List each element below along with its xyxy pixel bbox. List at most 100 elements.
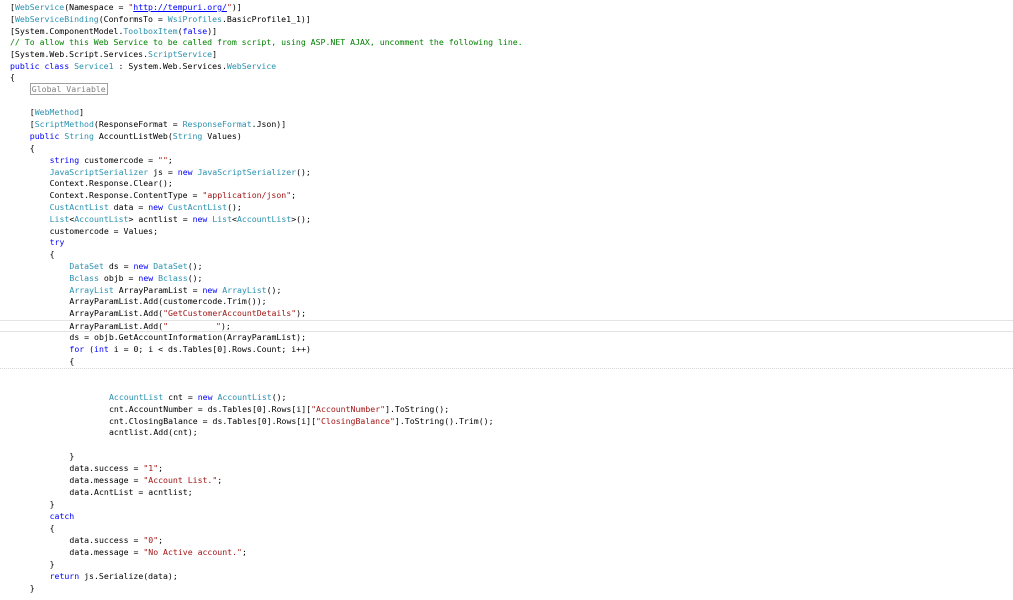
code-line-content: [WebServiceBinding(ConformsTo = WsiProfi… — [10, 14, 311, 24]
code-line[interactable]: data.message = "Account List."; — [0, 475, 1013, 487]
code-token: ; — [217, 475, 223, 485]
code-line[interactable]: } — [0, 499, 1013, 511]
code-token: ToolboxItem — [123, 26, 178, 36]
code-token: customercode = Values; — [49, 226, 159, 236]
code-token: ); — [296, 308, 307, 318]
code-line-content: data.message = "Account List."; — [69, 475, 222, 485]
code-line[interactable]: ArrayParamList.Add(" "); — [0, 320, 1013, 332]
code-line[interactable]: public String AccountListWeb(String Valu… — [0, 131, 1013, 143]
code-line-content: DataSet ds = new DataSet(); — [69, 261, 202, 271]
code-line[interactable]: } — [0, 559, 1013, 571]
code-token: } — [49, 559, 55, 569]
code-line-content: return js.Serialize(data); — [50, 571, 178, 581]
code-token: false — [182, 26, 208, 36]
code-token: customercode = — [79, 155, 159, 165]
code-line[interactable]: for (int i = 0; i < ds.Tables[0].Rows.Co… — [0, 344, 1013, 356]
code-line[interactable]: [System.ComponentModel.ToolboxItem(false… — [0, 26, 1013, 38]
code-line[interactable]: JavaScriptSerializer js = new JavaScript… — [0, 167, 1013, 179]
code-token: ; — [291, 190, 297, 200]
code-line[interactable]: [ScriptMethod(ResponseFormat = ResponseF… — [0, 119, 1013, 131]
code-line[interactable]: return js.Serialize(data); — [0, 571, 1013, 583]
code-line[interactable]: ArrayParamList.Add(customercode.Trim()); — [0, 296, 1013, 308]
code-line-content: } — [69, 451, 74, 461]
code-token: ; — [158, 535, 164, 545]
code-line[interactable]: acntlist.Add(cnt); — [0, 427, 1013, 439]
code-token: JavaScriptSerializer — [197, 167, 297, 177]
code-line-content: Bclass objb = new Bclass(); — [69, 273, 202, 283]
code-line[interactable]: AccountList cnt = new AccountList(); — [0, 392, 1013, 404]
code-line[interactable]: data.success = "1"; — [0, 463, 1013, 475]
code-token: data.message = — [69, 475, 144, 485]
code-token: "ClosingBalance" — [316, 416, 395, 426]
code-line-content: for (int i = 0; i < ds.Tables[0].Rows.Co… — [69, 344, 311, 354]
code-token: List — [49, 214, 70, 224]
code-line[interactable]: Global Variable — [0, 83, 1013, 96]
code-token: "GetCustomerAccountDetails" — [163, 308, 297, 318]
code-token: ScriptMethod — [34, 119, 94, 129]
code-line[interactable]: cnt.ClosingBalance = ds.Tables[0].Rows[i… — [0, 416, 1013, 428]
code-token: "AccountNumber" — [311, 404, 386, 414]
code-token: ds = — [103, 261, 134, 271]
code-line[interactable]: catch — [0, 511, 1013, 523]
code-line[interactable]: Bclass objb = new Bclass(); — [0, 273, 1013, 285]
code-line[interactable]: cnt.AccountNumber = ds.Tables[0].Rows[i]… — [0, 404, 1013, 416]
code-token: > acntlist = — [128, 214, 193, 224]
code-line[interactable]: Context.Response.Clear(); — [0, 178, 1013, 190]
code-token: "" — [158, 155, 168, 165]
code-line[interactable]: DataSet ds = new DataSet(); — [0, 261, 1013, 273]
code-line[interactable]: ArrayParamList.Add("GetCustomerAccountDe… — [0, 308, 1013, 320]
code-line[interactable]: data.message = "No Active account."; — [0, 547, 1013, 559]
code-line[interactable]: CustAcntList data = new CustAcntList(); — [0, 202, 1013, 214]
code-token: )] — [207, 26, 218, 36]
code-line-content: { — [30, 143, 35, 153]
code-line[interactable]: public class Service1 : System.Web.Servi… — [0, 61, 1013, 73]
code-editor[interactable]: [WebService(Namespace = "http://tempuri.… — [0, 0, 1013, 600]
collapsed-region-global-variable[interactable]: Global Variable — [29, 83, 108, 95]
code-line[interactable]: ds = objb.GetAccountInformation(ArrayPar… — [0, 332, 1013, 344]
namespace-link[interactable]: http://tempuri.org/ — [133, 2, 227, 12]
code-token: (ConformsTo = — [98, 14, 168, 24]
code-token: public — [29, 131, 65, 141]
code-line[interactable]: { — [0, 72, 1013, 84]
code-token: } — [29, 583, 35, 593]
code-token: data.AcntList = acntlist; — [69, 487, 193, 497]
code-line[interactable]: { — [0, 523, 1013, 535]
code-token: Values) — [202, 131, 242, 141]
code-line[interactable]: } — [0, 583, 1013, 595]
code-line[interactable]: [WebMethod] — [0, 107, 1013, 119]
code-line[interactable]: [WebServiceBinding(ConformsTo = WsiProfi… — [0, 14, 1013, 26]
code-token: AccountList — [217, 392, 272, 402]
code-token: // To allow this Web Service to be calle… — [10, 37, 523, 47]
code-line-content: ds = objb.GetAccountInformation(ArrayPar… — [69, 332, 306, 342]
code-token: (); — [187, 261, 203, 271]
code-line[interactable]: customercode = Values; — [0, 226, 1013, 238]
code-token: new — [177, 167, 198, 177]
code-token: >(); — [291, 214, 311, 224]
code-line[interactable]: [WebService(Namespace = "http://tempuri.… — [0, 2, 1013, 14]
code-line[interactable]: string customercode = ""; — [0, 155, 1013, 167]
code-token: cnt = — [163, 392, 198, 402]
code-token: " — [163, 321, 168, 331]
code-line[interactable]: [System.Web.Script.Services.ScriptServic… — [0, 49, 1013, 61]
code-token: ResponseFormat — [182, 119, 252, 129]
code-line[interactable]: data.AcntList = acntlist; — [0, 487, 1013, 499]
code-line[interactable]: // To allow this Web Service to be calle… — [0, 37, 1013, 49]
code-token: (); — [296, 167, 311, 177]
code-line-content: public class Service1 : System.Web.Servi… — [10, 61, 276, 71]
code-token: "No Active account." — [143, 547, 242, 557]
code-token: new — [138, 273, 159, 283]
code-line[interactable]: { — [0, 143, 1013, 155]
code-line[interactable]: { — [0, 356, 1013, 369]
code-line[interactable]: data.success = "0"; — [0, 535, 1013, 547]
code-line[interactable]: { — [0, 249, 1013, 261]
code-line[interactable]: try — [0, 237, 1013, 249]
code-line[interactable]: Context.Response.ContentType = "applicat… — [0, 190, 1013, 202]
code-line-content: [System.ComponentModel.ToolboxItem(false… — [10, 26, 217, 36]
code-line[interactable]: List<AccountList> acntlist = new List<Ac… — [0, 214, 1013, 226]
code-line[interactable]: } — [0, 451, 1013, 463]
code-token: "Account List." — [143, 475, 218, 485]
code-token: AccountList — [74, 214, 129, 224]
code-line-content: } — [30, 583, 35, 593]
code-token: (); — [227, 202, 242, 212]
code-line[interactable]: ArrayList ArrayParamList = new ArrayList… — [0, 285, 1013, 297]
